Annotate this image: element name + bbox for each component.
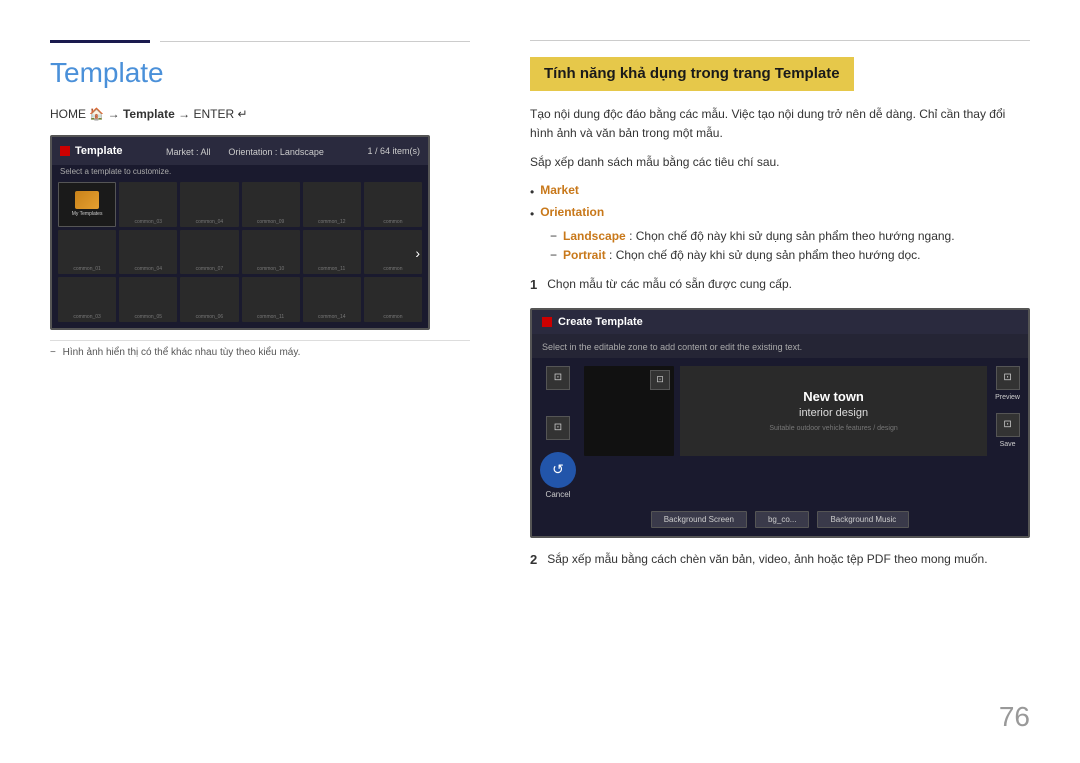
template-item[interactable]: common_04: [180, 182, 238, 227]
page-title: Template: [50, 57, 470, 89]
template-item[interactable]: common_11: [303, 230, 361, 275]
landscape-label: Landscape: [563, 229, 626, 243]
template-screen-wrapper: Template Market : All Orientation : Land…: [50, 135, 470, 358]
market-label-bold: Market: [540, 183, 579, 197]
bg-co-button[interactable]: bg_co...: [755, 511, 809, 528]
enter-label: ENTER: [193, 107, 234, 121]
sub-item-landscape: − Landscape : Chọn chế độ này khi sử dụn…: [550, 227, 1030, 246]
market-label: Market : All: [166, 147, 211, 157]
ct-panel-left: ⊡: [584, 366, 674, 456]
page-number: 76: [999, 701, 1030, 733]
screen-title: Template: [75, 145, 122, 157]
red-square-icon: [60, 146, 70, 156]
desc1: Tạo nội dung độc đáo bằng các mẫu. Việc …: [530, 105, 1030, 143]
footnote-text: Hình ảnh hiển thị có thể khác nhau tùy t…: [63, 347, 301, 358]
ct-panel-left-icon[interactable]: ⊡: [650, 370, 670, 390]
nav-arrow1: →: [108, 107, 120, 121]
ct-body: ⊡ ⊡ ↺ Cancel ⊡: [532, 358, 1028, 507]
template-item[interactable]: common_05: [119, 277, 177, 322]
home-icon: 🏠: [89, 107, 107, 121]
orientation-label-bold: Orientation: [540, 205, 604, 219]
ct-right-panel: ⊡ Preview ⊡ Save: [995, 366, 1020, 448]
cancel-button[interactable]: ↺: [540, 452, 576, 488]
bullet-item-orientation: • Orientation: [530, 205, 1030, 223]
screen-header: Template Market : All Orientation : Land…: [52, 137, 428, 165]
template-item[interactable]: common_03: [58, 277, 116, 322]
top-divider: [50, 40, 470, 43]
template-item[interactable]: common_04: [119, 230, 177, 275]
template-item[interactable]: common_11: [242, 277, 300, 322]
step1: 1 Chọn mẫu từ các mẫu có sẵn được cung c…: [530, 275, 1030, 296]
section-title: Tính năng khả dụng trong trang Template: [544, 65, 840, 82]
interior-text: interior design: [799, 407, 868, 419]
ct-header-sub: Select in the editable zone to add conte…: [542, 342, 802, 352]
step1-num: 1: [530, 275, 537, 296]
template-screen-mockup: Template Market : All Orientation : Land…: [50, 135, 430, 330]
preview-icon[interactable]: ⊡: [996, 366, 1020, 390]
footnote: − Hình ảnh hiển thị có thể khác nhau tùy…: [50, 340, 470, 358]
cancel-label: Cancel: [540, 490, 576, 499]
sub-list: − Landscape : Chọn chế độ này khi sử dụn…: [550, 227, 1030, 265]
desc2: Sắp xếp danh sách mẫu bằng các tiêu chí …: [530, 153, 1030, 172]
portrait-label: Portrait: [563, 248, 606, 262]
left-column: Template HOME 🏠 → Template → ENTER ↵ Tem…: [50, 40, 510, 723]
screen-header-left: Template: [60, 145, 122, 157]
top-divider-right: [530, 40, 1030, 41]
template-item[interactable]: common_12: [303, 182, 361, 227]
bullet-list: • Market • Orientation − Landscape : Chọ…: [530, 183, 1030, 265]
step1-text: Chọn mẫu từ các mẫu có sẵn được cung cấp…: [547, 275, 792, 294]
ct-main-area: ⊡ New town interior design Suitable outd…: [584, 366, 987, 456]
ct-center-panel: New town interior design Suitable outdoo…: [680, 366, 987, 456]
ct-header: Create Template: [532, 310, 1028, 334]
enter-icon: ↵: [237, 107, 247, 121]
template-item[interactable]: common_10: [242, 230, 300, 275]
small-text: Suitable outdoor vehicle features / desi…: [769, 425, 897, 432]
template-item[interactable]: common_01: [58, 230, 116, 275]
save-label: Save: [1000, 441, 1016, 448]
orientation-label: Orientation : Landscape: [228, 147, 324, 157]
template-item[interactable]: common_14: [303, 277, 361, 322]
portrait-text: : Chọn chế độ này khi sử dụng sản phẩm t…: [609, 248, 920, 262]
home-label: HOME: [50, 107, 86, 121]
section-title-box: Tính năng khả dụng trong trang Template: [530, 57, 854, 91]
cancel-icon: ↺: [552, 461, 564, 478]
breadcrumb: HOME 🏠 → Template → ENTER ↵: [50, 107, 470, 121]
create-template-mockup: Create Template Select in the editable z…: [530, 308, 1030, 538]
ct-icon-top[interactable]: ⊡: [546, 366, 570, 390]
folder-icon: [75, 191, 99, 209]
template-item[interactable]: common_03: [119, 182, 177, 227]
template-item[interactable]: common: [364, 230, 422, 275]
preview-label: Preview: [995, 394, 1020, 401]
my-templates-label: My Templates: [72, 211, 103, 217]
template-item[interactable]: common: [364, 182, 422, 227]
ct-header-title: Create Template: [558, 316, 643, 328]
template-item[interactable]: common_09: [242, 182, 300, 227]
step2-num: 2: [530, 550, 537, 571]
sub-item-portrait: − Portrait : Chọn chế độ này khi sử dụng…: [550, 246, 1030, 265]
template-item[interactable]: common: [364, 277, 422, 322]
bullet-item-market: • Market: [530, 183, 1030, 201]
step2-text: Sắp xếp mẫu bằng cách chèn văn bản, vide…: [547, 550, 987, 569]
save-icon[interactable]: ⊡: [996, 413, 1020, 437]
right-column: Tính năng khả dụng trong trang Template …: [510, 40, 1030, 723]
nav-arrow2: →: [178, 107, 190, 121]
ct-left-panel: ⊡ ⊡ ↺ Cancel: [540, 366, 576, 499]
template-item[interactable]: common_07: [180, 230, 238, 275]
ct-footer: Background Screen bg_co... Background Mu…: [532, 507, 1028, 536]
bg-screen-button[interactable]: Background Screen: [651, 511, 747, 528]
bg-music-button[interactable]: Background Music: [817, 511, 909, 528]
ct-icon-bottom[interactable]: ⊡: [546, 416, 570, 440]
my-templates-item[interactable]: My Templates: [58, 182, 116, 227]
template-nav-label: Template: [123, 107, 175, 121]
town-text: New town: [803, 389, 864, 404]
landscape-text: : Chọn chế độ này khi sử dụng sản phẩm t…: [629, 229, 955, 243]
screen-sub: Select a template to customize.: [52, 165, 428, 178]
template-item[interactable]: common_06: [180, 277, 238, 322]
item-count: 1 / 64 item(s): [367, 146, 420, 156]
next-arrow-icon[interactable]: ›: [415, 245, 420, 261]
ct-red-square-icon: [542, 317, 552, 327]
step2: 2 Sắp xếp mẫu bằng cách chèn văn bản, vi…: [530, 550, 1030, 571]
